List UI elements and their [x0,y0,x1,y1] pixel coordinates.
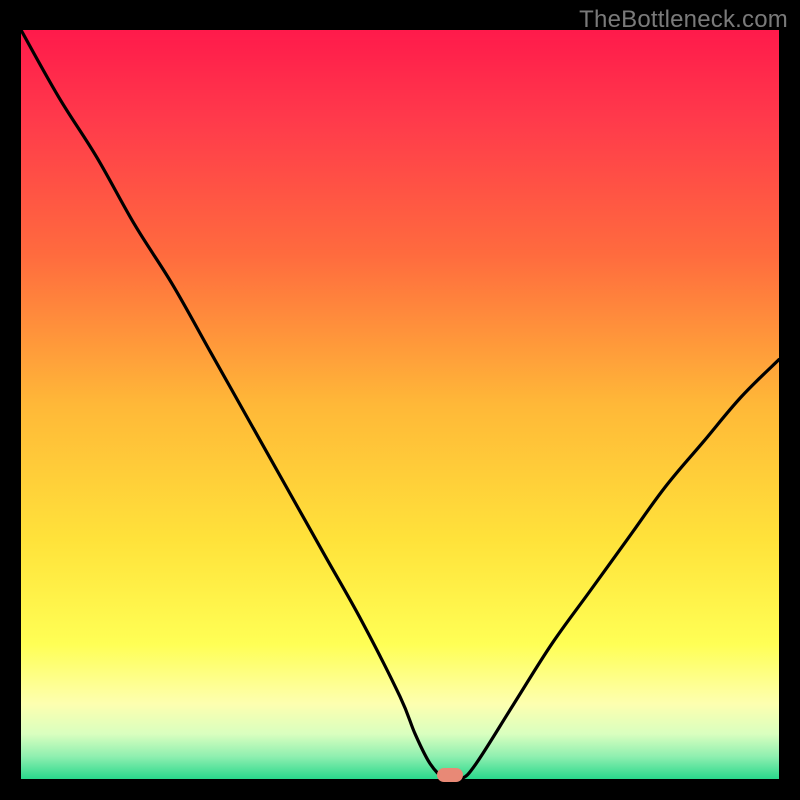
figure: TheBottleneck.com [0,0,800,800]
watermark-text: TheBottleneck.com [579,6,788,34]
bottleneck-curve [21,30,779,779]
optimal-marker [437,768,463,782]
plot-area [21,30,779,779]
